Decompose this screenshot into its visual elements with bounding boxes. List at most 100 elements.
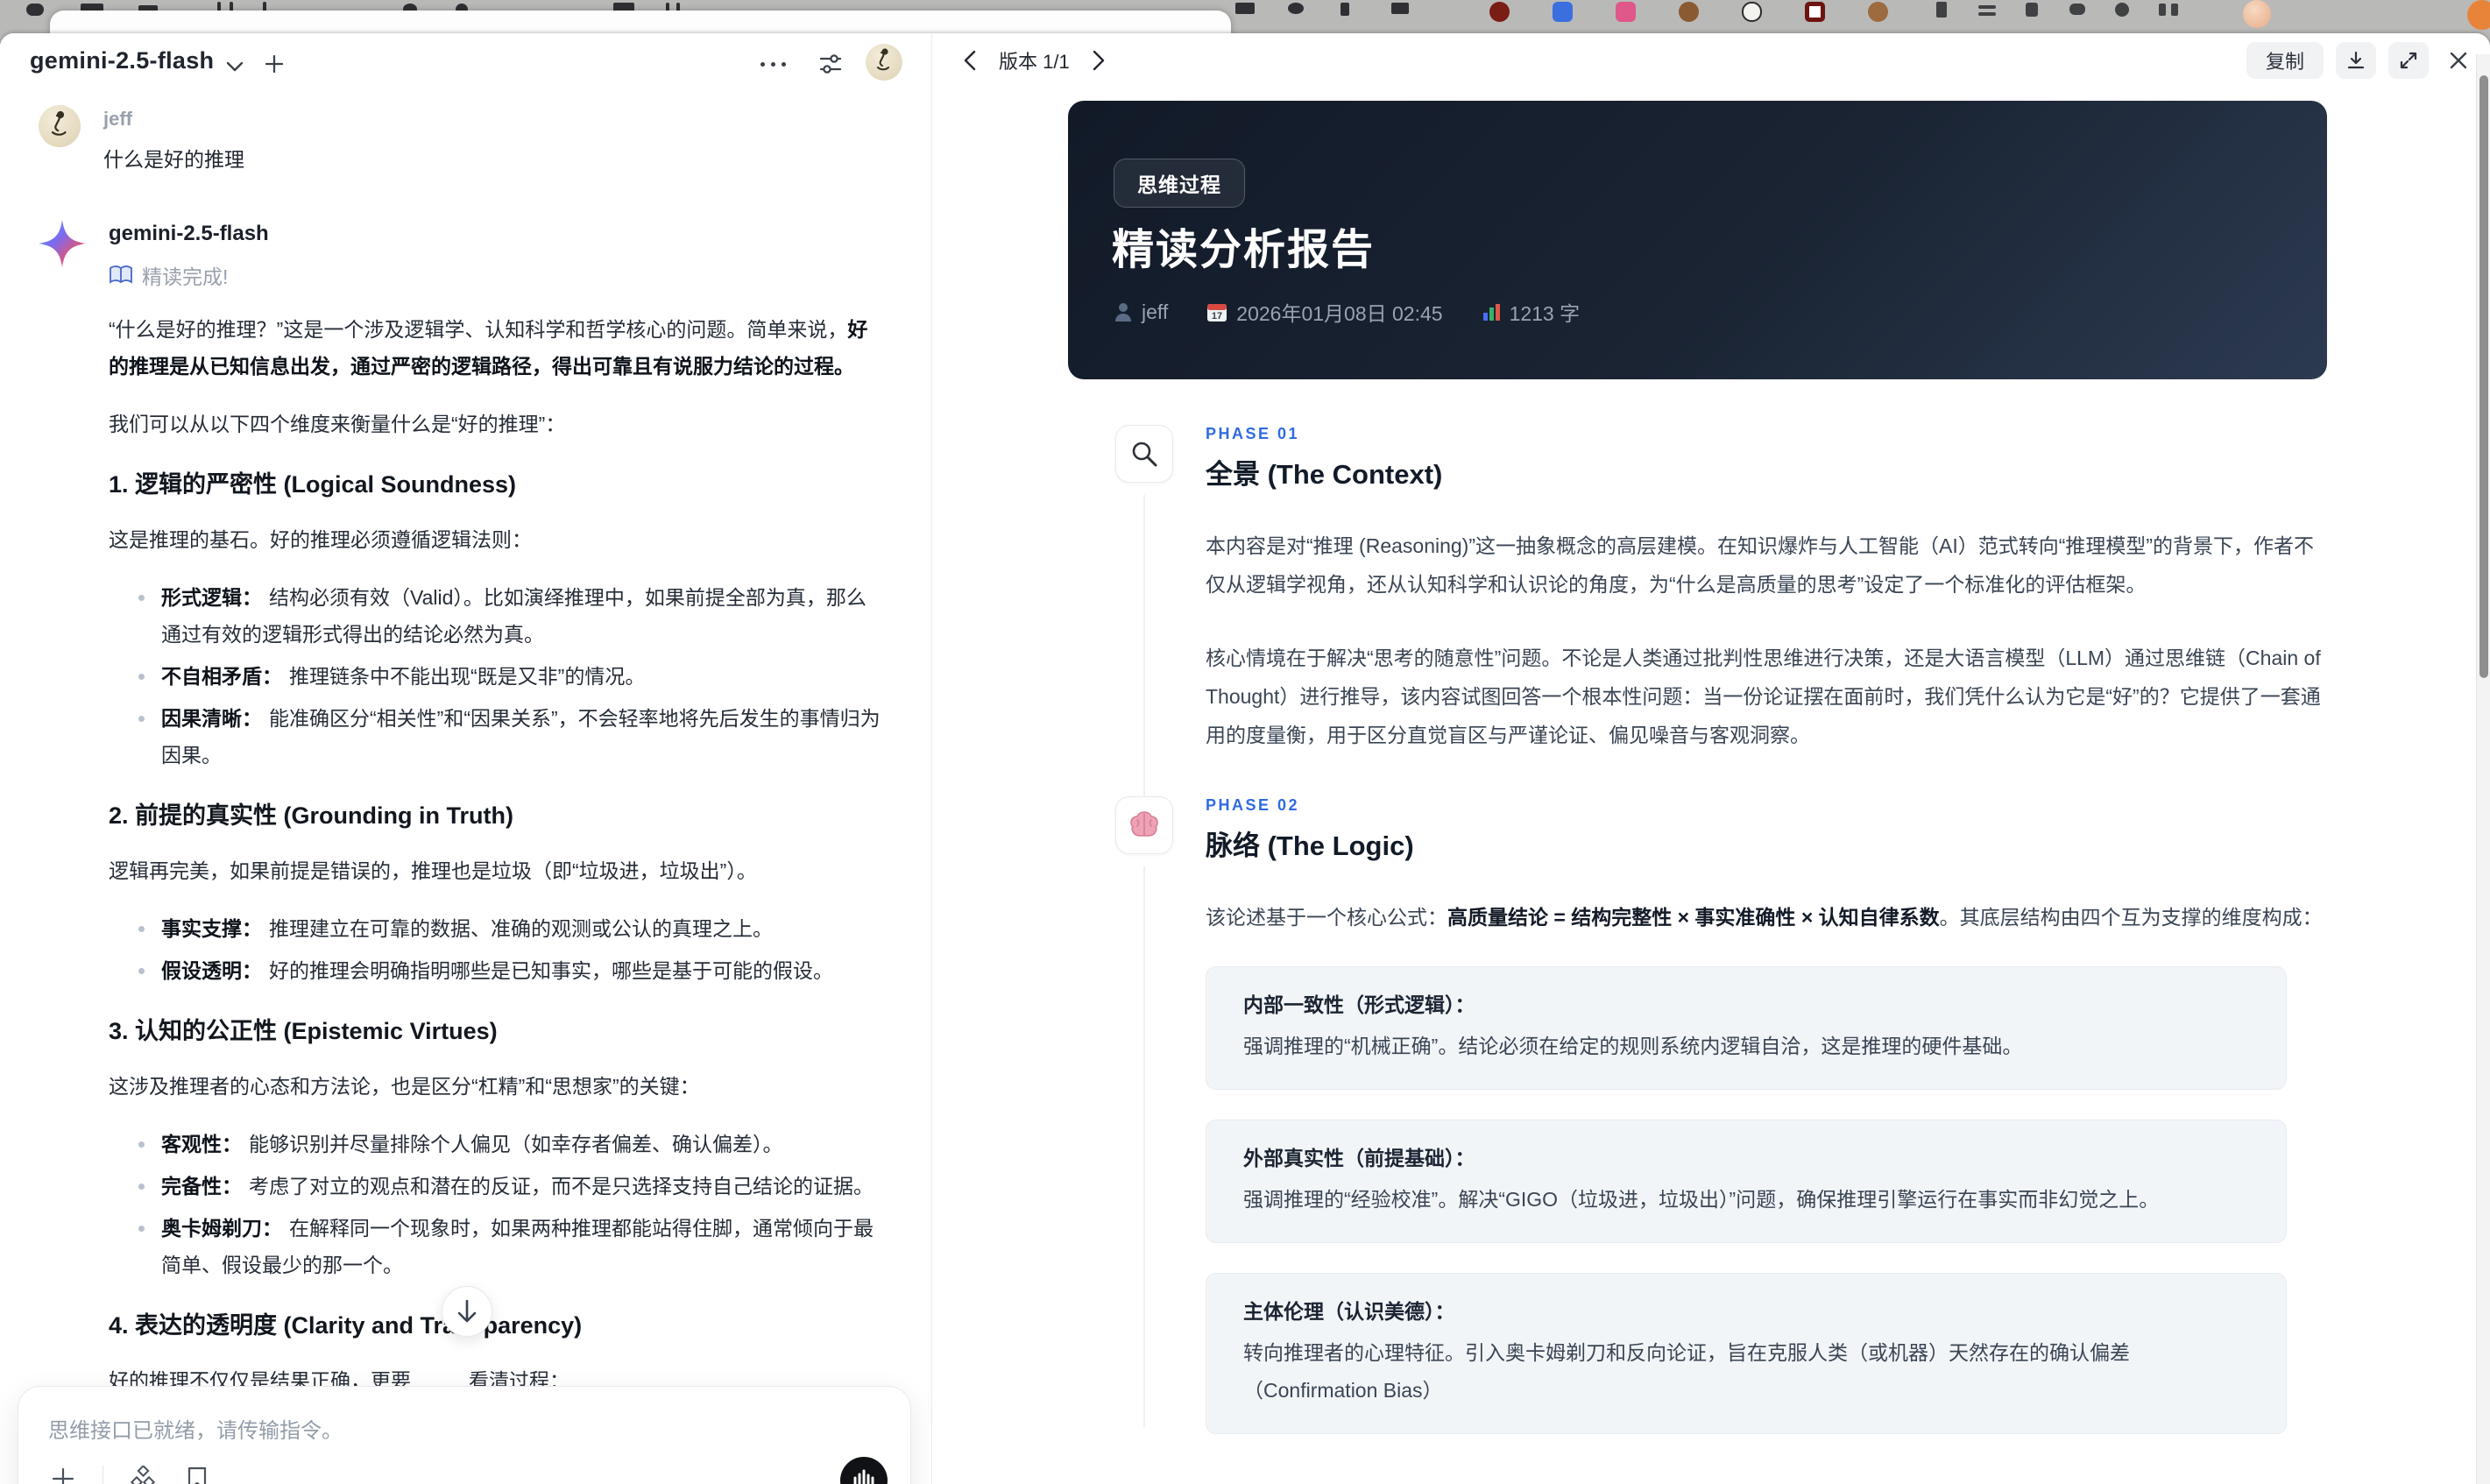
list-item: 奥卡姆剃刀： 在解释同一个现象时，如果两种推理都能站得住脚，通常倾向于最简单、假设… <box>137 1210 881 1283</box>
close-icon[interactable] <box>2441 42 2476 79</box>
card-body: 强调推理的“经验校准”。解决“GIGO（垃圾进，垃圾出）”问题，确保推理引擎运行… <box>1243 1188 2160 1211</box>
list-item: 客观性： 能够识别并尽量排除个人偏见（如幸存者偏差、确认偏差）。 <box>137 1126 881 1162</box>
scrollbar-track[interactable] <box>2476 54 2490 1484</box>
status-app-icon[interactable] <box>1489 2 1510 22</box>
phase-paragraph: 本内容是对“推理 (Reasoning)”这一抽象概念的高层建模。在知识爆炸与人… <box>1206 534 2315 596</box>
status-glyph-icon[interactable] <box>2069 4 2085 15</box>
section-heading: 3. 认知的公正性 (Epistemic Virtues) <box>109 1018 498 1044</box>
status-app-icon[interactable] <box>1868 2 1888 22</box>
book-icon <box>109 265 133 286</box>
composer-input[interactable] <box>48 1413 837 1462</box>
assistant-markdown: “什么是好的推理？”这是一个涉及逻辑学、认知科学和哲学核心的问题。简单来说，好的… <box>109 311 881 1457</box>
status-glyph-icon[interactable] <box>2026 3 2038 17</box>
status-app-icon[interactable] <box>1553 2 1573 22</box>
chat-panel: gemini-2.5-flash jeff 什么是好的推理 gemini-2.5… <box>0 33 931 1484</box>
chevron-down-icon[interactable] <box>223 54 247 79</box>
tune-settings-icon[interactable] <box>813 47 848 81</box>
status-app-icon[interactable] <box>1742 2 1762 22</box>
magnifier-icon <box>1115 425 1173 483</box>
card-title: 内部一致性（形式逻辑）： <box>1243 993 1475 1016</box>
menu-glyph-icon[interactable] <box>1340 3 1349 16</box>
card-title: 外部真实性（前提基础）： <box>1243 1147 1475 1170</box>
chat-message-list[interactable]: jeff 什么是好的推理 gemini-2.5-flash 精读完成! “什么是… <box>0 89 931 1484</box>
menu-glyph-icon[interactable] <box>1235 3 1255 14</box>
person-icon <box>1114 301 1133 322</box>
svg-text:17: 17 <box>1212 311 1222 322</box>
phase-paragraph: 该论述基于一个核心公式：高质量结论 = 结构完整性 × 事实准确性 × 认知自律… <box>1206 906 2323 929</box>
status-glyph-icon[interactable] <box>1936 2 1947 18</box>
voice-input-button[interactable] <box>840 1457 888 1484</box>
artifact-panel: 版本 1/1 复制 思维过程 精读分析报告 jeff 17 2026年01月08… <box>931 33 2490 1484</box>
card-body: 转向推理者的心理特征。引入奥卡姆剃刀和反向论证，旨在克服人类（或机器）天然存在的… <box>1243 1341 2130 1402</box>
bullet-list: 事实支撑： 推理建立在可靠的数据、准确的观测或公认的真理之上。 假设透明： 好的推理… <box>109 910 881 989</box>
calendar-icon: 17 <box>1206 301 1227 322</box>
message-text: 什么是好的推理 <box>103 148 244 171</box>
bullet-list: 客观性： 能够识别并尽量排除个人偏见（如幸存者偏差、确认偏差）。 完备性： 考虑了对… <box>109 1126 881 1283</box>
phase-section-2: PHASE 02 脉络 (The Logic) 该论述基于一个核心公式：高质量结… <box>1017 796 2472 1434</box>
phase-section-1: PHASE 01 全景 (The Context) 本内容是对“推理 (Reas… <box>1017 425 2472 828</box>
status-app-icon[interactable] <box>1616 2 1636 22</box>
list-item: 不自相矛盾： 推理链条中不能出现“既是又非”的情况。 <box>137 658 881 695</box>
bar-chart-icon <box>1482 302 1501 322</box>
timeline-connector <box>1143 866 1145 1427</box>
scrollbar-thumb[interactable] <box>2479 75 2488 678</box>
list-item: 完备性： 考虑了对立的观点和潜在的反证，而不是只选择支持自己结论的证据。 <box>137 1168 881 1205</box>
status-app-icon[interactable] <box>2467 0 2490 30</box>
timeline-connector <box>1143 495 1145 828</box>
paragraph: 这涉及推理者的心态和方法论，也是区分“杠精”和“思想家”的关键： <box>109 1075 700 1098</box>
status-app-icon[interactable] <box>1805 2 1825 22</box>
chat-header: gemini-2.5-flash <box>0 33 931 89</box>
skills-diamonds-icon[interactable] <box>128 1464 158 1484</box>
report-title: 精读分析报告 <box>1112 227 1376 273</box>
paragraph: 这是推理的基石。好的推理必须遵循逻辑法则： <box>109 528 532 551</box>
composer <box>18 1386 911 1484</box>
paragraph: 我们可以从以下四个维度来衡量什么是“好的推理”： <box>109 413 566 435</box>
bullet-list: 形式逻辑： 结构必须有效（Valid）。比如演绎推理中，如果前提全部为真，那么通过… <box>109 579 881 774</box>
copy-button[interactable]: 复制 <box>2246 42 2324 79</box>
download-icon[interactable] <box>2336 42 2376 79</box>
report-hero-card: 思维过程 精读分析报告 jeff 17 2026年01月08日 02:45 12… <box>1068 101 2327 379</box>
phase-title: 脉络 (The Logic) <box>1206 830 1414 861</box>
menu-glyph-icon[interactable] <box>1391 3 1409 14</box>
user-profile-avatar[interactable] <box>866 44 902 81</box>
next-version-icon[interactable] <box>1084 46 1114 75</box>
status-glyph-icon[interactable] <box>2159 4 2166 16</box>
expand-icon[interactable] <box>2388 42 2429 79</box>
attach-plus-icon[interactable] <box>48 1464 78 1484</box>
paragraph: 逻辑再完美，如果前提是错误的，推理也是垃圾（即“垃圾进，垃圾出”）。 <box>109 859 757 882</box>
artifact-header: 版本 1/1 复制 <box>932 33 2490 89</box>
menu-glyph-icon[interactable] <box>1288 3 1304 14</box>
more-icon[interactable] <box>755 49 790 79</box>
section-heading: 2. 前提的真实性 (Grounding in Truth) <box>109 802 513 829</box>
phase-label: PHASE 01 <box>1206 425 1300 442</box>
phase-title: 全景 (The Context) <box>1206 459 1443 490</box>
phase-paragraph: 核心情境在于解决“思考的随意性”问题。不论是人类通过批判性思维进行决策，还是大语… <box>1206 647 2321 746</box>
model-selector[interactable]: gemini-2.5-flash <box>30 47 214 74</box>
paragraph: “什么是好的推理？”这是一个涉及逻辑学、认知科学和哲学核心的问题。简单来说，好的… <box>109 318 868 378</box>
status-glyph-icon[interactable] <box>1978 12 1996 16</box>
section-heading: 1. 逻辑的严密性 (Logical Soundness) <box>109 471 517 498</box>
list-item: 假设透明： 好的推理会明确指明哪些是已知事实，哪些是基于可能的假设。 <box>137 952 881 989</box>
message-author: jeff <box>103 108 132 130</box>
status-avatar-icon[interactable] <box>2243 0 2271 28</box>
user-message: jeff 什么是好的推理 <box>39 105 881 173</box>
bookmark-icon[interactable] <box>182 1464 212 1484</box>
report-badge: 思维过程 <box>1114 159 1245 208</box>
logic-card-3: 主体伦理（认识美德）： 转向推理者的心理特征。引入奥卡姆剃刀和反向论证，旨在克服… <box>1206 1273 2287 1434</box>
logic-card-1: 内部一致性（形式逻辑）： 强调推理的“机械正确”。结论必须在给定的规则系统内逻辑… <box>1206 966 2287 1090</box>
section-heading: 4. 表达的透明度 (Clarity and Transparency) <box>109 1312 583 1339</box>
meta-author: jeff <box>1114 300 1168 324</box>
status-glyph-icon[interactable] <box>1978 5 1996 9</box>
scroll-to-bottom-button[interactable] <box>442 1286 492 1337</box>
status-glyph-icon[interactable] <box>2115 3 2129 17</box>
list-item: 形式逻辑： 结构必须有效（Valid）。比如演绎推理中，如果前提全部为真，那么通过… <box>137 579 881 653</box>
card-body: 强调推理的“机械正确”。结论必须在给定的规则系统内逻辑自洽，这是推理的硬件基础。 <box>1243 1035 2023 1057</box>
status-glyph-icon[interactable] <box>2171 4 2178 16</box>
menu-glyph-icon[interactable] <box>26 4 44 16</box>
prev-version-icon[interactable] <box>955 46 985 75</box>
status-app-icon[interactable] <box>1679 2 1699 22</box>
gemini-star-icon <box>39 220 86 267</box>
version-label: 版本 1/1 <box>999 51 1070 73</box>
new-chat-button[interactable] <box>259 49 289 79</box>
artifact-content[interactable]: 思维过程 精读分析报告 jeff 17 2026年01月08日 02:45 12… <box>1017 89 2472 1484</box>
